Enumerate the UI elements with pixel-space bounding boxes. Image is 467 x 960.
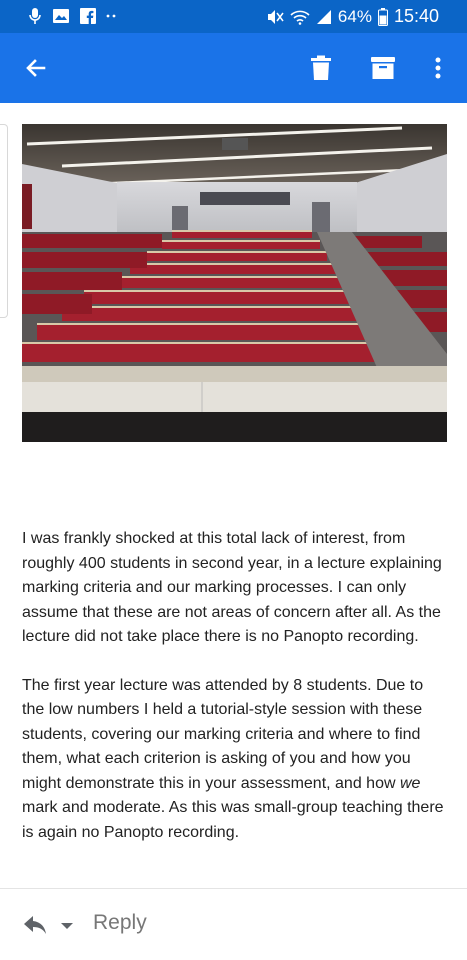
paragraph-1: I was frankly shocked at this total lack… (22, 530, 442, 645)
system-icons: 64% 15:40 (266, 6, 439, 27)
chevron-down-icon[interactable] (60, 921, 74, 931)
back-button[interactable] (19, 51, 53, 85)
archive-button[interactable] (366, 51, 400, 85)
side-seat-block (22, 272, 122, 290)
reply-footer: Reply (0, 889, 467, 960)
seat-row (147, 253, 327, 261)
image-icon (53, 9, 69, 23)
overflow-menu-button[interactable] (421, 51, 455, 85)
lecture-hall-photo[interactable] (22, 124, 447, 442)
email-body: I was frankly shocked at this total lack… (22, 527, 447, 869)
trash-icon (311, 55, 331, 80)
seat-row (172, 232, 312, 238)
notification-icons (28, 7, 118, 25)
desk-edge (62, 306, 374, 308)
paragraph-2: The first year lecture was attended by 8… (22, 674, 447, 846)
seat-row (22, 344, 407, 362)
seat-row (162, 242, 320, 249)
desk-edge (84, 290, 360, 292)
desk-edge (22, 342, 407, 344)
archive-icon (371, 57, 395, 79)
mute-icon (267, 9, 284, 24)
side-drawer-handle[interactable] (0, 124, 8, 318)
delete-button[interactable] (304, 51, 338, 85)
desk-edge (147, 251, 327, 253)
overflow-menu-icon (435, 57, 441, 79)
desk-edge (172, 230, 312, 232)
side-seat-block (22, 252, 147, 268)
microphone-icon (29, 8, 41, 24)
back-arrow-icon (26, 59, 46, 77)
emphasis-we: we (399, 774, 421, 792)
desk-edge (37, 323, 390, 325)
battery-icon (377, 7, 388, 26)
status-bar: 64% 15:40 (0, 0, 467, 33)
seat-row (130, 265, 337, 274)
facebook-icon (80, 8, 96, 24)
signal-icon (316, 9, 331, 24)
paragraph-2-start: The first year lecture was attended by 8… (22, 676, 424, 792)
seat-row (110, 278, 347, 288)
seat-row (84, 292, 360, 304)
seat-row (62, 308, 374, 321)
desk-edge (110, 276, 347, 278)
lecture-hall-image (22, 124, 447, 442)
reply-arrow-icon[interactable] (22, 913, 48, 937)
desk-edge (130, 263, 337, 265)
side-seat-block (22, 294, 92, 314)
app-bar (0, 33, 467, 103)
battery-percent: 64% (337, 6, 372, 26)
wifi-icon (290, 10, 310, 25)
reply-button[interactable]: Reply (93, 911, 147, 935)
more-dots-icon (106, 14, 116, 18)
desk-edge (162, 240, 320, 242)
seat-row (37, 325, 390, 340)
paragraph-2-end: mark and moderate. As this was small-gro… (22, 799, 444, 841)
side-seat-block (22, 234, 162, 248)
clock: 15:40 (393, 6, 439, 26)
